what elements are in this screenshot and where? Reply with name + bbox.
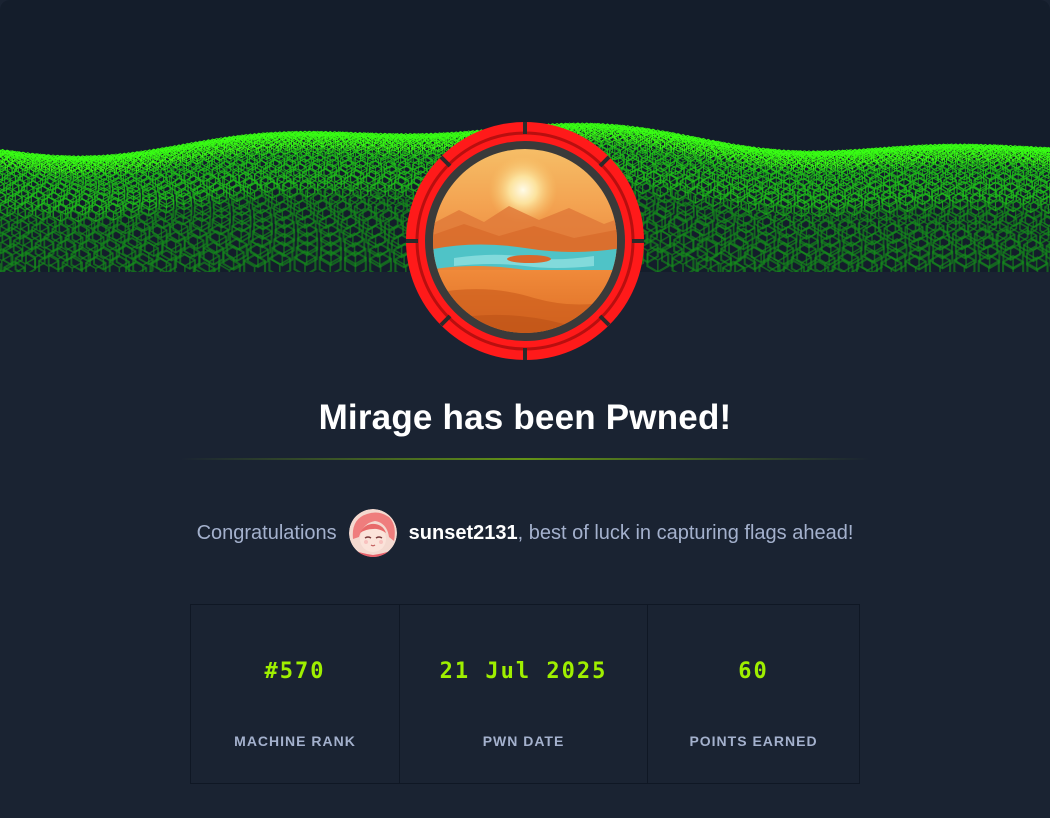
- congrats-lead: Congratulations: [196, 521, 337, 544]
- stat-machine-rank: #570 MACHINE RANK: [191, 605, 399, 783]
- congrats-message: Congratulations sunset2131 , best of luc…: [0, 508, 1050, 558]
- pwned-page: Mirage has been Pwned! Congratulations s…: [0, 0, 1050, 818]
- stats-panel: #570 MACHINE RANK 21 Jul 2025 PWN DATE 6…: [190, 604, 860, 784]
- machine-avatar: [404, 120, 646, 362]
- page-title: Mirage has been Pwned!: [318, 398, 732, 437]
- congrats-tail: , best of luck in capturing flags ahead!: [517, 521, 854, 544]
- stat-value: #570: [264, 659, 326, 684]
- stat-pwn-date: 21 Jul 2025 PWN DATE: [399, 605, 647, 783]
- stat-label: POINTS EARNED: [689, 733, 818, 749]
- stat-points-earned: 60 POINTS EARNED: [647, 605, 859, 783]
- stat-value: 60: [738, 659, 769, 684]
- mirage-desert-lake-icon: [406, 122, 644, 360]
- hex-cube-icon: [198, 248, 221, 272]
- hex-cube-icon: [696, 255, 720, 272]
- username-link[interactable]: sunset2131: [409, 522, 518, 545]
- stat-label: MACHINE RANK: [234, 733, 356, 749]
- anime-user-avatar-icon: [348, 509, 397, 557]
- stat-value: 21 Jul 2025: [439, 659, 608, 684]
- stat-label: PWN DATE: [482, 733, 565, 749]
- user-avatar[interactable]: [348, 509, 397, 557]
- title-divider: [180, 458, 870, 460]
- hex-cube-icon: [183, 233, 205, 258]
